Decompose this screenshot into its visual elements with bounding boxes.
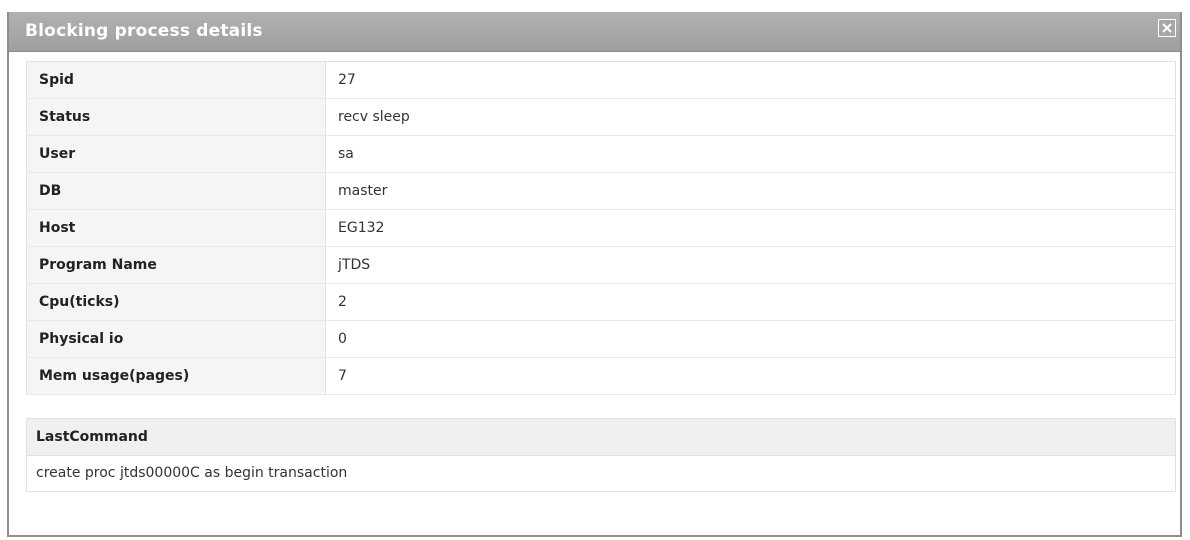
- details-label: DB: [26, 172, 326, 210]
- details-value: recv sleep: [325, 98, 1176, 136]
- details-row-spid: Spid 27: [26, 61, 1176, 99]
- close-icon: [1162, 23, 1172, 33]
- details-row-status: Status recv sleep: [26, 98, 1176, 136]
- details-row-user: User sa: [26, 135, 1176, 173]
- close-button[interactable]: [1158, 19, 1176, 37]
- dialog-title: Blocking process details: [25, 21, 263, 41]
- details-label: Physical io: [26, 320, 326, 358]
- blocking-process-dialog: Blocking process details Spid 27 Status …: [7, 12, 1182, 537]
- details-value: 2: [325, 283, 1176, 321]
- process-details-table: Spid 27 Status recv sleep User sa DB mas…: [26, 61, 1176, 395]
- last-command-panel: LastCommand create proc jtds00000C as be…: [26, 418, 1176, 492]
- details-label: Host: [26, 209, 326, 247]
- details-row-physical-io: Physical io 0: [26, 320, 1176, 358]
- details-row-host: Host EG132: [26, 209, 1176, 247]
- details-label: Spid: [26, 61, 326, 99]
- last-command-text: create proc jtds00000C as begin transact…: [36, 465, 348, 481]
- details-value: jTDS: [325, 246, 1176, 284]
- details-value: EG132: [325, 209, 1176, 247]
- details-row-cpu-ticks: Cpu(ticks) 2: [26, 283, 1176, 321]
- dialog-titlebar[interactable]: Blocking process details: [9, 12, 1180, 52]
- details-label: Mem usage(pages): [26, 357, 326, 395]
- details-value: 27: [325, 61, 1176, 99]
- details-value: 0: [325, 320, 1176, 358]
- details-value: master: [325, 172, 1176, 210]
- details-value: 7: [325, 357, 1176, 395]
- last-command-header: LastCommand: [27, 419, 1175, 456]
- details-value: sa: [325, 135, 1176, 173]
- details-label: Status: [26, 98, 326, 136]
- details-row-program-name: Program Name jTDS: [26, 246, 1176, 284]
- details-label: Cpu(ticks): [26, 283, 326, 321]
- details-row-mem-usage: Mem usage(pages) 7: [26, 357, 1176, 395]
- details-label: Program Name: [26, 246, 326, 284]
- details-label: User: [26, 135, 326, 173]
- details-row-db: DB master: [26, 172, 1176, 210]
